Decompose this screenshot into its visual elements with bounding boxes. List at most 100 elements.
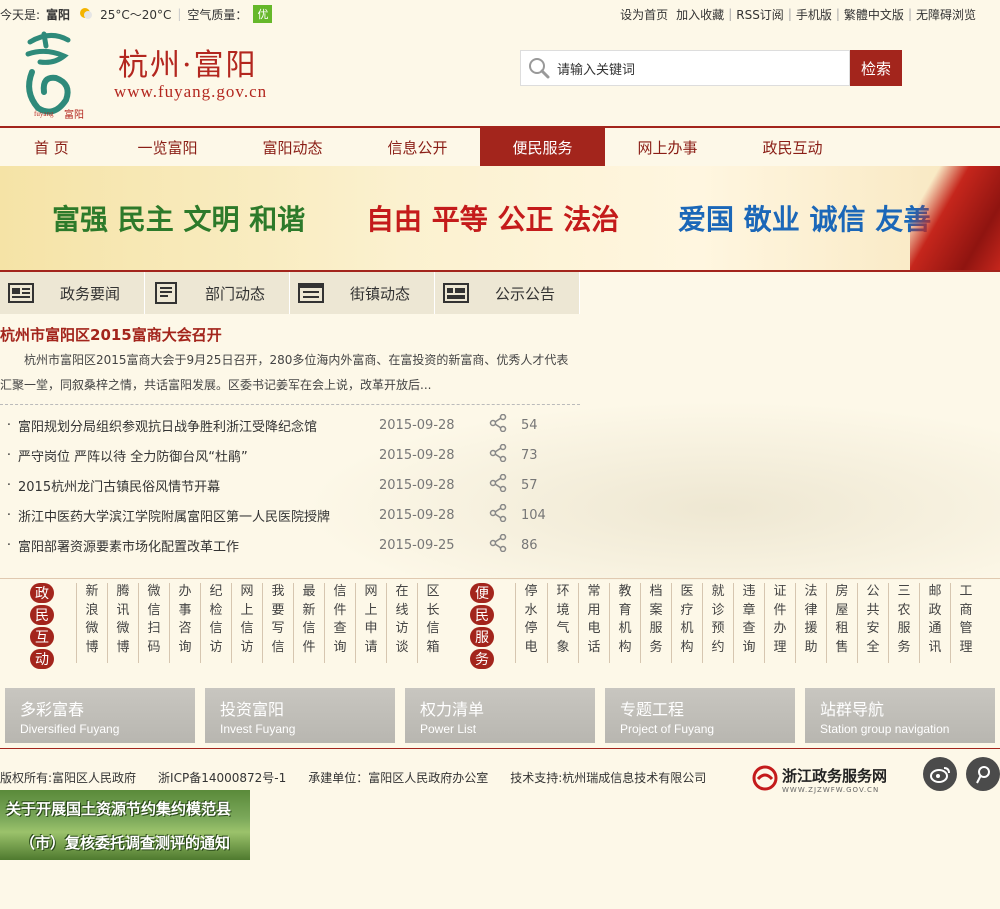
search-button[interactable]: 检索 [850, 50, 902, 86]
divider [0, 404, 580, 405]
interaction-link[interactable]: 微信扫码 [146, 583, 162, 657]
news-title[interactable]: 富阳规划分局组织参观抗日战争胜利浙江受降纪念馆 [18, 416, 379, 435]
zhejiang-service-logo[interactable]: 浙江政务服务网 WWW.ZJZWFW.GOV.CN [752, 765, 887, 794]
tile-invest-fuyang[interactable]: 投资富阳 Invest Fuyang [205, 688, 395, 743]
nav-item-services[interactable]: 便民服务 [480, 128, 605, 166]
tile-station-navigation[interactable]: 站群导航 Station group navigation [805, 688, 995, 743]
headline-title[interactable]: 杭州市富阳区2015富商大会召开 [0, 324, 580, 346]
site-title[interactable]: 杭州·富阳 [118, 40, 258, 84]
service-link[interactable]: 邮政通讯 [927, 583, 943, 657]
fuyang-logo-icon[interactable]: 富阳 fuyang [20, 28, 98, 121]
interaction-link[interactable]: 区长信箱 [425, 583, 441, 657]
interaction-link[interactable]: 新浪微博 [84, 583, 100, 657]
service-link[interactable]: 就诊预约 [710, 583, 726, 657]
tab-department-news[interactable]: 部门动态 [145, 272, 290, 314]
service-link[interactable]: 法律援助 [803, 583, 819, 657]
interaction-link[interactable]: 信件查询 [332, 583, 348, 657]
column-divider [324, 583, 325, 663]
nav-item-disclosure[interactable]: 信息公开 [355, 128, 480, 166]
news-date: 2015-09-28 [379, 507, 455, 523]
column-divider [547, 583, 548, 663]
accessibility-link[interactable]: 无障碍浏览 [912, 6, 980, 23]
interaction-link[interactable]: 我要写信 [270, 583, 286, 657]
interaction-link[interactable]: 最新信件 [301, 583, 317, 657]
interaction-label: 政 民 互 动 [30, 583, 54, 669]
news-title[interactable]: 富阳部署资源要素市场化配置改革工作 [18, 536, 379, 555]
share-icon[interactable] [489, 533, 521, 556]
share-icon[interactable] [489, 473, 521, 496]
nav-item-overview[interactable]: 一览富阳 [105, 128, 230, 166]
column-divider [169, 583, 170, 663]
tab-announcements[interactable]: 公示公告 [435, 272, 580, 314]
interaction-link[interactable]: 纪检信访 [208, 583, 224, 657]
list-item[interactable]: · 严守岗位 严阵以待 全力防御台风“杜鹃” 2015-09-28 73 [0, 440, 580, 470]
interaction-link[interactable]: 网上申请 [363, 583, 379, 657]
search-input[interactable] [557, 60, 837, 76]
set-homepage-link[interactable]: 设为首页 [616, 6, 672, 23]
nav-item-home[interactable]: 首 页 [0, 128, 105, 166]
promo-line-2: （市）复核委托调查测评的通知 [20, 834, 231, 852]
tile-title: 站群导航 [820, 700, 885, 719]
service-link[interactable]: 环境气象 [555, 583, 571, 657]
service-link[interactable]: 房屋租售 [834, 583, 850, 657]
weibo-icon[interactable] [923, 757, 957, 791]
list-item[interactable]: · 富阳规划分局组织参观抗日战争胜利浙江受降纪念馆 2015-09-28 54 [0, 410, 580, 440]
news-title[interactable]: 严守岗位 严阵以待 全力防御台风“杜鹃” [18, 446, 379, 465]
column-divider [355, 583, 356, 663]
column-divider [764, 583, 765, 663]
quick-links-strip: 政 民 互 动 便 民 服 务 新浪微博 腾讯微博 微信扫码 办事咨询 纪检信访 网上信访… [0, 578, 1000, 669]
mobile-link[interactable]: 手机版 [792, 6, 836, 23]
service-link[interactable]: 停水停电 [523, 583, 539, 657]
city-name: 富阳 [46, 7, 71, 22]
column-divider [231, 583, 232, 663]
interaction-link[interactable]: 办事咨询 [177, 583, 193, 657]
share-icon[interactable] [489, 503, 521, 526]
nav-item-news[interactable]: 富阳动态 [230, 128, 355, 166]
rss-link[interactable]: RSS订阅 [732, 6, 788, 23]
tile-diversified-fuyang[interactable]: 多彩富春 Diversified Fuyang [5, 688, 195, 743]
column-divider [640, 583, 641, 663]
list-item[interactable]: · 富阳部署资源要素市场化配置改革工作 2015-09-25 86 [0, 530, 580, 560]
nav-item-online-affairs[interactable]: 网上办事 [605, 128, 730, 166]
column-divider [200, 583, 201, 663]
share-icon[interactable] [489, 413, 521, 436]
list-item[interactable]: · 2015杭州龙门古镇民俗风情节开幕 2015-09-28 57 [0, 470, 580, 500]
utility-links: 设为首页 加入收藏 | RSS订阅 | 手机版 | 繁體中文版 | 无障碍浏览 [616, 6, 1000, 23]
service-link[interactable]: 档案服务 [648, 583, 664, 657]
interaction-link[interactable]: 在线访谈 [394, 583, 410, 657]
tile-projects[interactable]: 专题工程 Project of Fuyang [605, 688, 795, 743]
news-title[interactable]: 2015杭州龙门古镇民俗风情节开幕 [18, 476, 379, 495]
add-favorite-link[interactable]: 加入收藏 [672, 6, 728, 23]
service-link[interactable]: 三农服务 [896, 583, 912, 657]
service-link[interactable]: 公共安全 [865, 583, 881, 657]
interaction-link[interactable]: 网上信访 [239, 583, 255, 657]
tencent-weibo-icon[interactable] [966, 757, 1000, 791]
bullet: · [6, 477, 12, 493]
tab-government-news[interactable]: 政务要闻 [0, 272, 145, 314]
icp-text[interactable]: 浙ICP备14000872号-1 [158, 769, 286, 786]
promo-banner[interactable]: 关于开展国土资源节约集约模范县 （市）复核委托调查测评的通知 [0, 790, 250, 860]
site-url[interactable]: www.fuyang.gov.cn [114, 82, 267, 102]
service-link[interactable]: 医疗机构 [679, 583, 695, 657]
nav-item-interaction[interactable]: 政民互动 [730, 128, 855, 166]
tile-title: 专题工程 [620, 700, 685, 719]
share-count: 104 [521, 507, 546, 523]
copyright-text: 版权所有:富阳区人民政府 [0, 771, 137, 785]
service-link[interactable]: 常用电话 [586, 583, 602, 657]
service-link[interactable]: 证件办理 [772, 583, 788, 657]
list-item[interactable]: · 浙江中医药大学滨江学院附属富阳区第一人民医院授牌 2015-09-28 10… [0, 500, 580, 530]
service-link[interactable]: 违章查询 [741, 583, 757, 657]
bullet: · [6, 417, 12, 433]
tile-power-list[interactable]: 权力清单 Power List [405, 688, 595, 743]
news-title[interactable]: 浙江中医药大学滨江学院附属富阳区第一人民医院授牌 [18, 506, 379, 525]
tab-street-news[interactable]: 街镇动态 [290, 272, 435, 314]
service-link[interactable]: 教育机构 [617, 583, 633, 657]
label-char: 服 [470, 627, 494, 647]
interaction-link[interactable]: 腾讯微博 [115, 583, 131, 657]
service-link[interactable]: 工商管理 [958, 583, 974, 657]
traditional-chinese-link[interactable]: 繁體中文版 [840, 6, 908, 23]
share-icon[interactable] [489, 443, 521, 466]
tile-subtitle: Invest Fuyang [220, 722, 296, 736]
services-label: 便 民 服 务 [470, 583, 494, 669]
column-divider [417, 583, 418, 663]
